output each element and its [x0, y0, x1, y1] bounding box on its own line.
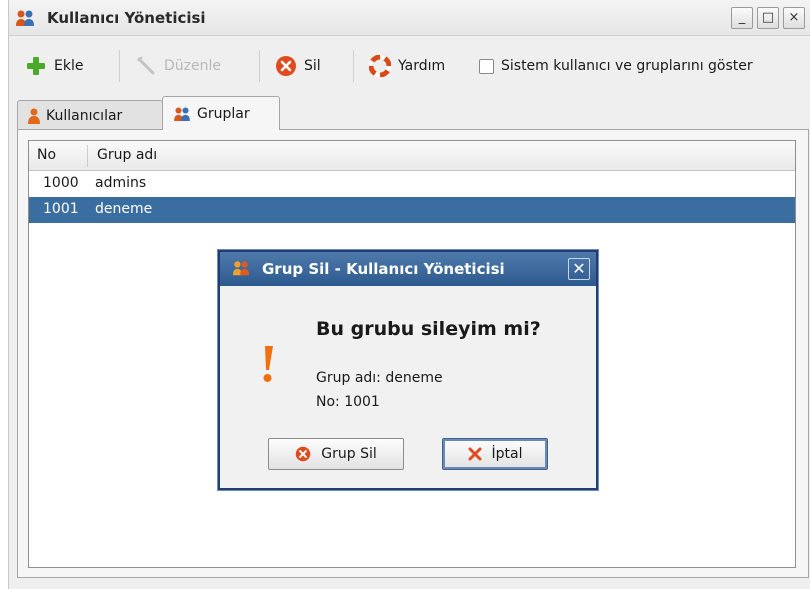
group-icon [174, 106, 190, 121]
add-label: Ekle [54, 58, 84, 74]
delete-icon [276, 56, 296, 76]
show-system-checkbox[interactable]: Sistem kullanıcı ve gruplarını göster [479, 50, 753, 82]
lifebuoy-icon [369, 55, 391, 77]
table-row-selected[interactable]: 1001 deneme [29, 197, 795, 223]
users-icon [16, 10, 34, 26]
checkbox[interactable] [479, 58, 494, 74]
users-icon [232, 261, 250, 276]
dialog-close-button[interactable]: ✕ [568, 258, 590, 280]
row-no: 1001 [43, 201, 79, 217]
dialog-group-no: No: 1001 [316, 394, 380, 410]
window-title: Kullanıcı Yöneticisi [47, 9, 206, 27]
plus-icon [27, 57, 45, 75]
tab-users-label: Kullanıcılar [46, 107, 123, 124]
edit-button[interactable]: Düzenle [135, 50, 221, 82]
tab-groups[interactable]: Gruplar [162, 96, 280, 130]
delete-button[interactable]: Sil [275, 50, 321, 82]
toolbar-separator [119, 50, 120, 82]
cancel-button[interactable]: İptal [442, 438, 548, 470]
delete-group-dialog: Grup Sil - Kullanıcı Yöneticisi ✕ Bu gru… [218, 250, 598, 490]
minimize-button[interactable]: _ [731, 7, 753, 29]
close-button[interactable]: × [783, 7, 805, 29]
tab-users[interactable]: Kullanıcılar [17, 100, 163, 130]
cancel-label: İptal [491, 446, 523, 462]
row-name: admins [95, 175, 147, 191]
tab-bar: Kullanıcılar Gruplar [17, 96, 317, 130]
list-header: No Grup adı [29, 141, 795, 171]
help-label: Yardım [398, 58, 446, 74]
column-header-name[interactable]: Grup adı [97, 147, 157, 163]
delete-group-label: Grup Sil [321, 446, 377, 462]
exclamation-icon [263, 346, 273, 382]
toolbar-separator [259, 50, 260, 82]
delete-group-button[interactable]: Grup Sil [268, 438, 404, 470]
title-bar: Kullanıcı Yöneticisi _ □ × [9, 0, 810, 36]
tab-groups-label: Gruplar [197, 105, 250, 122]
cross-icon [468, 447, 481, 461]
table-row[interactable]: 1000 admins [29, 171, 795, 197]
dialog-heading: Bu grubu sileyim mi? [316, 318, 541, 340]
toolbar-separator [353, 50, 354, 82]
column-header-no[interactable]: No [37, 147, 56, 163]
edit-label: Düzenle [164, 58, 221, 74]
add-button[interactable]: Ekle [25, 50, 83, 82]
row-no: 1000 [43, 175, 79, 191]
dialog-group-name: Grup adı: deneme [316, 370, 443, 386]
row-name: deneme [95, 201, 153, 217]
user-icon [28, 108, 40, 124]
dialog-title: Grup Sil - Kullanıcı Yöneticisi [262, 260, 505, 278]
column-divider [87, 145, 88, 167]
dialog-title-bar: Grup Sil - Kullanıcı Yöneticisi ✕ [220, 252, 596, 286]
delete-label: Sil [304, 58, 321, 74]
maximize-button[interactable]: □ [757, 7, 779, 29]
toolbar: Ekle Düzenle Sil Yardım Sistem kullanıcı… [9, 40, 810, 92]
edit-icon [137, 56, 155, 75]
show-system-label: Sistem kullanıcı ve gruplarını göster [501, 58, 753, 74]
delete-icon [295, 446, 311, 462]
help-button[interactable]: Yardım [369, 50, 445, 82]
